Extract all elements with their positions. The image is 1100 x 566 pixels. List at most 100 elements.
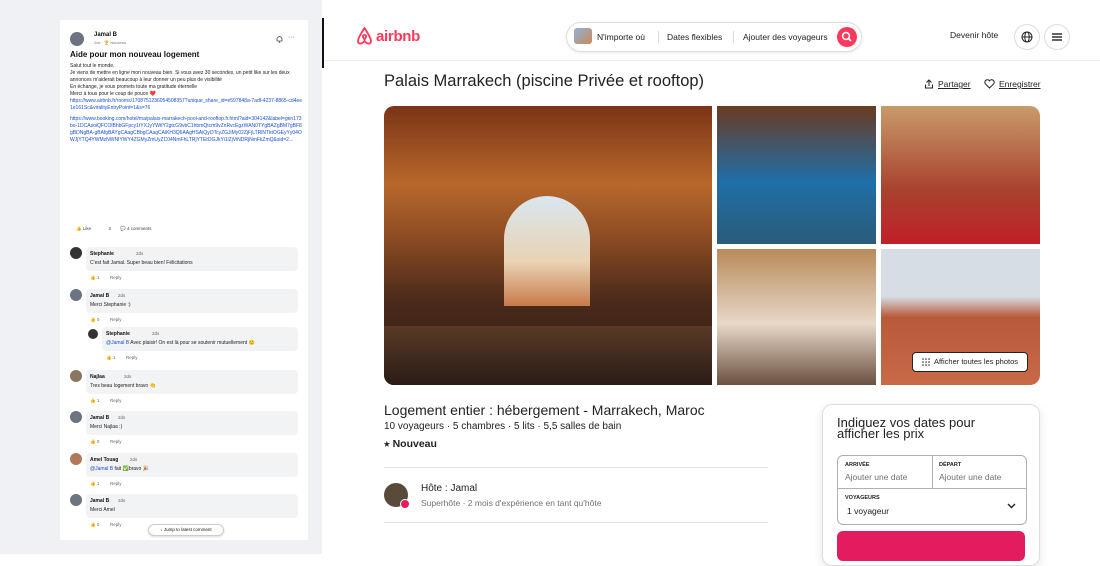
comment: Stephanie 2ds C'est fait Jamal. Super be…: [70, 247, 298, 283]
post-title: Aide pour mon nouveau logement: [70, 50, 200, 59]
comment-bubble: [102, 327, 298, 351]
comment-like-count[interactable]: 👍 0: [90, 522, 99, 528]
commenter-name[interactable]: Jamal B: [90, 498, 109, 504]
mention-link[interactable]: @Jamal B: [106, 340, 129, 346]
host-subtitle: Superhôte · 2 mois d'expérience en tant …: [421, 498, 602, 508]
language-button[interactable]: [1014, 24, 1040, 50]
comment-like-count[interactable]: 👍 1: [106, 355, 115, 361]
comment-time: 2ds: [152, 331, 160, 336]
commenter-name[interactable]: Jamal B: [90, 293, 109, 299]
post-body: Salut tout le monde, Je viens de mettre …: [70, 63, 302, 144]
comment-time: 2ds: [124, 374, 132, 379]
show-all-photos-button[interactable]: Afficher toutes les photos: [912, 352, 1028, 372]
comment-like-count[interactable]: 👍 1: [90, 275, 99, 281]
commenter-avatar[interactable]: [70, 494, 82, 506]
commenter-name[interactable]: Najlaa: [90, 374, 105, 380]
commenter-avatar[interactable]: [70, 370, 82, 382]
like-count: 1: [112, 355, 116, 360]
section-divider: [384, 467, 768, 468]
comment-time: 2ds: [130, 457, 138, 462]
reply-button[interactable]: Reply: [110, 522, 122, 527]
listing-details: 10 voyageurs · 5 chambres · 5 lits · 5,5…: [384, 421, 622, 432]
listing-photo-salon[interactable]: [881, 106, 1040, 244]
save-label: Enregistrer: [999, 79, 1041, 89]
grid-icon: [922, 358, 930, 366]
commenter-avatar[interactable]: [70, 411, 82, 423]
checkin-field[interactable]: ARRIVÉE Ajouter une date: [838, 456, 933, 489]
comment-like-count[interactable]: 👍 1: [90, 398, 99, 404]
main-listing-photo[interactable]: [384, 106, 712, 385]
comments-link[interactable]: 💬 4 comments: [120, 226, 159, 231]
search-anywhere[interactable]: N'importe où: [597, 23, 645, 51]
save-button[interactable]: Enregistrer: [984, 79, 1041, 89]
checkout-value: Ajouter une date: [939, 472, 1002, 482]
more-options-icon[interactable]: ···: [288, 34, 295, 41]
comment-time: 2ds: [118, 415, 126, 420]
reply-button[interactable]: Reply: [110, 275, 122, 280]
like-button[interactable]: 👍 Like: [76, 226, 99, 231]
commenter-avatar[interactable]: [70, 453, 82, 465]
search-button[interactable]: [837, 27, 857, 47]
guests-field[interactable]: VOYAGEURS 1 voyageur: [838, 489, 1026, 524]
photo-doorway: [504, 196, 590, 306]
search-dates[interactable]: Dates flexibles: [667, 23, 722, 51]
reply-button[interactable]: Reply: [110, 481, 122, 486]
comment-text: Merci Stephanie :): [90, 302, 131, 308]
comment-like-count[interactable]: 👍 0: [90, 439, 99, 445]
comment-like-count[interactable]: 👍 0: [90, 317, 99, 323]
host-section: Hôte : Jamal Superhôte · 2 mois d'expéri…: [384, 481, 764, 511]
like-count: 1: [96, 398, 100, 403]
post-line: annonces m'aiderait beaucoup à leur donn…: [70, 77, 222, 83]
community-post-card: Jamal B 2ds · 🏆 Nouveau ··· Aide pour mo…: [60, 20, 308, 540]
mention-link[interactable]: @Jamal B: [90, 466, 113, 472]
booking-card: Indiquez vos dates pour afficher les pri…: [822, 404, 1040, 566]
search-bar[interactable]: N'importe où Dates flexibles Ajouter des…: [566, 22, 862, 52]
author-name[interactable]: Jamal B: [94, 32, 117, 38]
search-separator: [658, 31, 659, 43]
airbnb-link[interactable]: https://www.airbnb.fr/rooms/170875123605…: [70, 98, 302, 112]
listing-title: Palais Marrakech (piscine Privée et roof…: [384, 72, 705, 90]
search-separator: [733, 31, 734, 43]
comment-bubble: [86, 370, 298, 394]
commenter-name[interactable]: Stephanie: [106, 331, 130, 337]
guests-value: 1 voyageur: [847, 506, 890, 516]
menu-button[interactable]: [1044, 24, 1070, 50]
commenter-avatar[interactable]: [88, 329, 98, 339]
reply-button[interactable]: Reply: [110, 317, 122, 322]
show-all-photos-label: Afficher toutes les photos: [933, 357, 1019, 366]
comment-text: Merci Najlaa :): [90, 424, 123, 430]
become-host-link[interactable]: Devenir hôte: [950, 30, 998, 40]
commenter-name[interactable]: Stephanie: [90, 251, 114, 257]
checkout-field[interactable]: DÉPART Ajouter une date: [932, 456, 1026, 489]
chevron-down-icon: [1007, 503, 1016, 509]
reply-button[interactable]: Reply: [110, 439, 122, 444]
comment-text: Merci Amel: [90, 507, 115, 513]
like-count: 0: [96, 317, 100, 322]
commenter-avatar[interactable]: [70, 289, 82, 301]
commenter-avatar[interactable]: [70, 247, 82, 259]
reply-button[interactable]: Reply: [126, 355, 138, 360]
comment: Jamal B 2ds Merci Stephanie :) 👍 0 Reply: [70, 289, 298, 325]
commenter-name[interactable]: Jamal B: [90, 415, 109, 421]
check-availability-button[interactable]: [837, 531, 1025, 561]
booking-link[interactable]: https://www.booking.com/hotel/ma/palais-…: [70, 116, 302, 144]
checkout-label: DÉPART: [939, 462, 962, 468]
jump-to-latest-button[interactable]: ↓ Jump to latest comment: [148, 524, 224, 536]
comment-like-count[interactable]: 👍 1: [90, 481, 99, 487]
globe-icon: [1021, 31, 1033, 43]
search-guests[interactable]: Ajouter des voyageurs: [743, 23, 828, 51]
like-label: Like: [82, 226, 92, 231]
reply-button[interactable]: Reply: [110, 398, 122, 403]
checkin-label: ARRIVÉE: [845, 462, 870, 468]
share-button[interactable]: Partager: [924, 79, 971, 89]
like-count: 1: [96, 275, 100, 280]
share-label: Partager: [938, 79, 971, 89]
airbnb-logo[interactable]: airbnb: [356, 26, 420, 46]
listing-photo-pool[interactable]: [717, 106, 876, 244]
comment-bubble: [86, 247, 298, 271]
listing-photo-bedroom[interactable]: [717, 249, 876, 385]
bell-icon[interactable]: [276, 35, 283, 43]
author-avatar[interactable]: [70, 32, 84, 46]
commenter-name[interactable]: Amel Touag: [90, 457, 118, 463]
comment-time: 2ds: [118, 293, 126, 298]
